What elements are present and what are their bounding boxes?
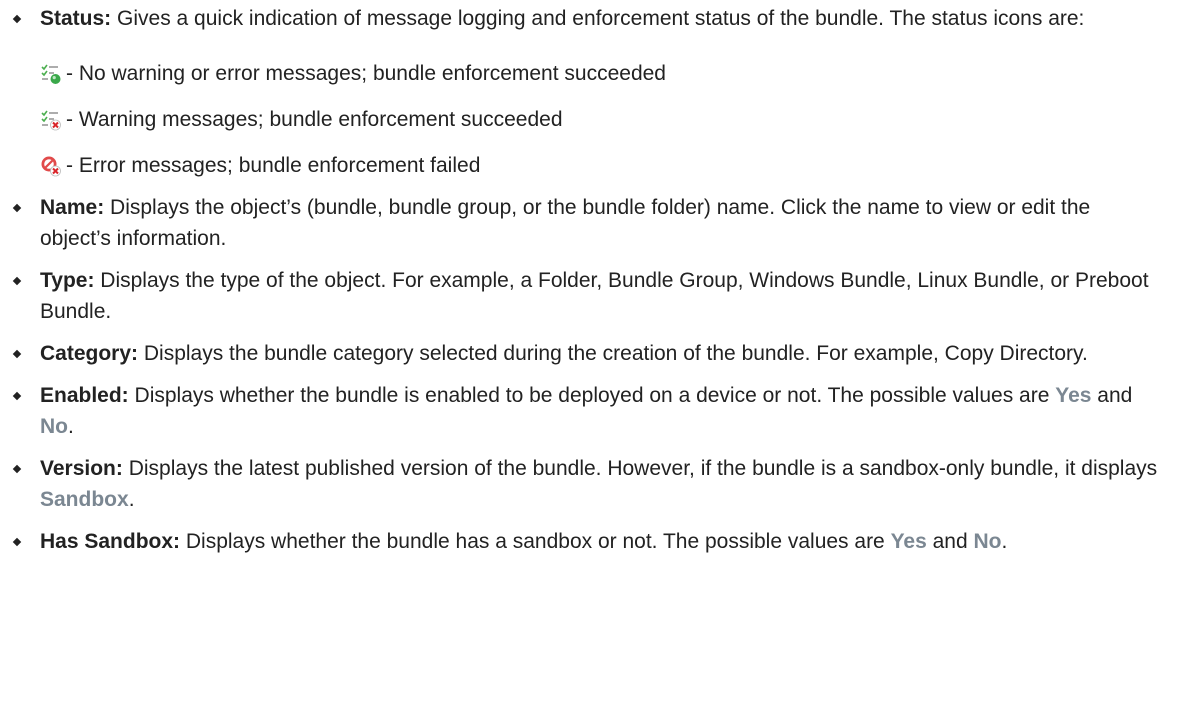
bullet-icon	[12, 14, 22, 24]
definition-type: Displays the type of the object. For exa…	[40, 269, 1149, 323]
list-item-enabled: Enabled: Displays whether the bundle is …	[0, 380, 1178, 442]
term-category: Category:	[40, 342, 139, 365]
definition-category: Displays the bundle category selected du…	[138, 342, 1088, 365]
term-version: Version:	[40, 457, 123, 480]
term-has-sandbox: Has Sandbox:	[40, 530, 181, 553]
definition-version-end: .	[128, 488, 135, 511]
definition-has-sandbox-and: and	[926, 530, 974, 553]
status-error-icon	[41, 156, 61, 176]
bullet-icon	[12, 391, 22, 401]
column-definitions-list: Status: Gives a quick indication of mess…	[0, 0, 1178, 557]
status-error-text: - Error messages; bundle enforcement fai…	[66, 154, 481, 177]
bullet-icon	[12, 203, 22, 213]
term-status: Status:	[40, 7, 112, 30]
list-item-status: Status: Gives a quick indication of mess…	[0, 3, 1178, 181]
definition-status: Gives a quick indication of message logg…	[111, 7, 1085, 30]
value-no: No	[973, 530, 1002, 553]
list-item-version: Version: Displays the latest published v…	[0, 453, 1178, 515]
bullet-icon	[12, 276, 22, 286]
value-yes: Yes	[1055, 384, 1092, 407]
status-item-warning: - Warning messages; bundle enforcement s…	[40, 104, 1158, 135]
list-item-type: Type: Displays the type of the object. F…	[0, 265, 1178, 327]
bullet-icon	[12, 349, 22, 359]
list-item-category: Category: Displays the bundle category s…	[0, 338, 1178, 369]
status-warning-text: - Warning messages; bundle enforcement s…	[66, 108, 563, 131]
value-sandbox: Sandbox	[40, 488, 129, 511]
definition-enabled-end: .	[68, 415, 74, 438]
status-item-error: - Error messages; bundle enforcement fai…	[40, 150, 1158, 181]
bullet-icon	[12, 464, 22, 474]
status-icons-list: - No warning or error messages; bundle e…	[40, 58, 1158, 181]
list-item-name: Name: Displays the object’s (bundle, bun…	[0, 192, 1178, 254]
definition-enabled-and: and	[1091, 384, 1133, 407]
term-enabled: Enabled:	[40, 384, 129, 407]
value-yes: Yes	[890, 530, 927, 553]
status-item-ok: - No warning or error messages; bundle e…	[40, 58, 1158, 89]
status-ok-text: - No warning or error messages; bundle e…	[66, 62, 666, 85]
definition-enabled: Displays whether the bundle is enabled t…	[128, 384, 1056, 407]
list-item-has-sandbox: Has Sandbox: Displays whether the bundle…	[0, 526, 1178, 557]
definition-name: Displays the object’s (bundle, bundle gr…	[40, 196, 1091, 250]
document-page: Status: Gives a quick indication of mess…	[0, 0, 1178, 719]
term-type: Type:	[40, 269, 95, 292]
bullet-icon	[12, 537, 22, 547]
status-warning-icon	[41, 110, 61, 130]
definition-has-sandbox: Displays whether the bundle has a sandbo…	[180, 530, 891, 553]
value-no: No	[40, 415, 68, 438]
term-name: Name:	[40, 196, 105, 219]
status-ok-icon	[41, 64, 61, 84]
definition-version: Displays the latest published version of…	[122, 457, 1158, 480]
definition-has-sandbox-end: .	[1001, 530, 1008, 553]
